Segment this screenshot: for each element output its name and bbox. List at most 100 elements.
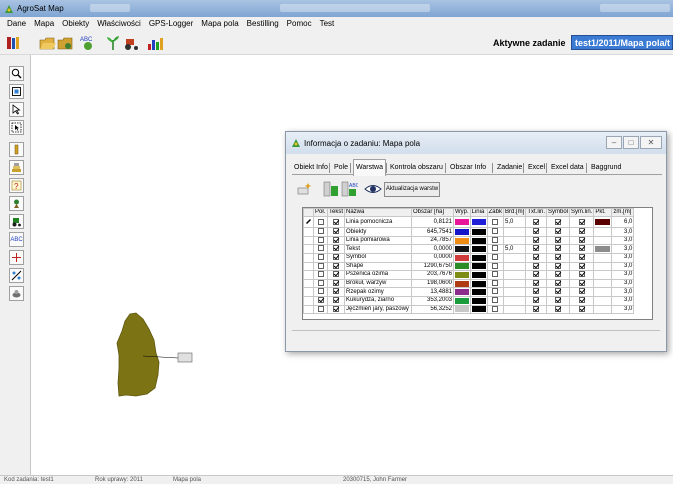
pkt-swatch[interactable] <box>595 219 611 226</box>
cell-brd[interactable] <box>502 295 527 306</box>
cell-sym-lin[interactable] <box>569 295 595 306</box>
cell-symbol[interactable] <box>545 244 571 255</box>
cell-symbol-checkbox[interactable] <box>555 228 561 235</box>
cell-zabk-checkbox[interactable] <box>492 218 499 225</box>
cell-line-color[interactable] <box>469 278 488 289</box>
menu-mapa-pola[interactable]: Mapa pola <box>197 17 242 31</box>
cell-sym-lin[interactable] <box>569 278 595 289</box>
line-swatch[interactable] <box>471 263 486 270</box>
cell-zabk-checkbox[interactable] <box>492 288 499 295</box>
cell-zabk[interactable] <box>486 287 504 297</box>
cell-sym-lin[interactable] <box>569 227 595 237</box>
cell-zabk[interactable] <box>486 227 504 237</box>
cell-symbol-checkbox[interactable] <box>555 263 561 269</box>
cell-pol[interactable] <box>313 253 328 263</box>
cell-symbol[interactable] <box>545 304 571 315</box>
cell-zabk-checkbox[interactable] <box>492 263 499 269</box>
cell-txt-lin-checkbox[interactable] <box>533 263 540 269</box>
cell-txt-lin[interactable] <box>525 261 547 272</box>
fill-swatch[interactable] <box>455 289 469 296</box>
grid-header-brd[interactable]: Brd.[m] <box>502 208 527 218</box>
cell-brd[interactable] <box>502 304 527 315</box>
fill-swatch[interactable] <box>455 280 469 287</box>
cell-brd[interactable] <box>502 278 527 289</box>
cell-line-color[interactable] <box>469 295 488 306</box>
line-swatch[interactable] <box>471 297 486 304</box>
line-swatch[interactable] <box>471 229 486 236</box>
cell-txt-lin[interactable] <box>525 227 547 237</box>
cell-tekst-checkbox[interactable] <box>333 305 339 312</box>
cell-symbol-checkbox[interactable] <box>555 218 561 225</box>
cell-pol-checkbox[interactable] <box>317 280 324 286</box>
tab-pole[interactable]: Pole <box>332 161 350 175</box>
zoom-icon[interactable] <box>9 66 24 81</box>
cell-brd[interactable] <box>502 287 527 297</box>
menu-obiekty[interactable]: Obiekty <box>58 17 93 31</box>
cell-line-color[interactable] <box>469 227 488 237</box>
grid-header-symbol[interactable]: Symbol <box>545 208 571 218</box>
cell-tekst[interactable] <box>326 270 346 280</box>
tab-obiekt-info[interactable]: Obiekt Info <box>292 161 330 175</box>
tab-warstwa[interactable]: Warstwa <box>353 159 386 176</box>
table-row[interactable]: Linia pomocnicza 0,8121 5,0 6,0 <box>303 216 635 229</box>
table-row[interactable]: Symbol 0,0000 3,0 <box>303 253 635 263</box>
cell-tekst-checkbox[interactable] <box>333 228 339 235</box>
cell-tekst[interactable] <box>326 287 346 297</box>
cell-txt-lin-checkbox[interactable] <box>533 297 540 303</box>
cell-pol-checkbox[interactable] <box>317 254 324 261</box>
cell-tekst-checkbox[interactable] <box>333 280 339 286</box>
cell-pkt[interactable] <box>593 304 613 315</box>
cell-txt-lin[interactable] <box>525 304 547 315</box>
table-row[interactable]: Linia pomiarowa 24,7857 3,0 <box>303 235 635 246</box>
line-swatch[interactable] <box>471 306 486 313</box>
split-icon[interactable] <box>9 268 24 283</box>
cell-pol[interactable] <box>313 304 328 315</box>
table-row[interactable]: Brokuł, warzyw 198,0600 3,0 <box>303 278 635 289</box>
gps-icon[interactable] <box>9 196 24 211</box>
cell-sym-lin[interactable] <box>569 287 595 297</box>
minimize-button[interactable]: – <box>606 136 622 149</box>
cell-pkt[interactable] <box>593 244 613 255</box>
cell-pkt[interactable] <box>593 253 613 263</box>
cell-txt-lin-checkbox[interactable] <box>533 245 540 252</box>
cell-zabk[interactable] <box>486 295 504 306</box>
cell-txt-lin-checkbox[interactable] <box>533 271 540 278</box>
cell-zm[interactable]: 3,0 <box>611 253 635 263</box>
menu-pomoc[interactable]: Pomoc <box>283 17 316 31</box>
cell-sym-lin-checkbox[interactable] <box>578 218 585 225</box>
cell-sym-lin-checkbox[interactable] <box>578 297 585 303</box>
grid-header-txt-lin[interactable]: Txt.lin. <box>525 208 547 218</box>
cell-line-color[interactable] <box>469 253 488 263</box>
cell-zm[interactable]: 3,0 <box>611 295 635 306</box>
line-swatch[interactable] <box>471 254 486 261</box>
cell-pol[interactable] <box>313 295 328 306</box>
cell-symbol[interactable] <box>545 270 571 280</box>
cell-sym-lin[interactable] <box>569 216 595 229</box>
cell-txt-lin[interactable] <box>525 270 547 280</box>
cell-line-color[interactable] <box>469 287 488 297</box>
cell-pol-checkbox[interactable] <box>317 263 324 269</box>
cell-pol[interactable] <box>313 235 328 246</box>
add-layer-icon[interactable] <box>296 180 314 198</box>
cell-fill-color[interactable] <box>453 227 471 237</box>
cell-line-color[interactable] <box>469 261 488 272</box>
tab-excel[interactable]: Excel <box>526 161 547 175</box>
cell-fill-color[interactable] <box>453 287 471 297</box>
cell-zabk[interactable] <box>486 270 504 280</box>
cell-tekst-checkbox[interactable] <box>333 218 339 225</box>
cell-tekst[interactable] <box>326 278 346 289</box>
cell-pol-checkbox[interactable] <box>317 237 324 243</box>
cell-sym-lin-checkbox[interactable] <box>578 237 585 243</box>
text-label-icon[interactable]: ABC <box>9 232 24 247</box>
cell-symbol[interactable] <box>545 287 571 297</box>
cell-sym-lin-checkbox[interactable] <box>578 263 585 269</box>
select-arrow-icon[interactable] <box>9 102 24 117</box>
cell-pkt[interactable] <box>593 278 613 289</box>
menu-mapa[interactable]: Mapa <box>30 17 58 31</box>
cell-zabk-checkbox[interactable] <box>492 254 499 261</box>
cell-line-color[interactable] <box>469 304 488 315</box>
cell-sym-lin[interactable] <box>569 244 595 255</box>
cell-symbol-checkbox[interactable] <box>555 245 561 252</box>
cell-tekst-checkbox[interactable] <box>333 254 339 261</box>
cell-fill-color[interactable] <box>453 216 471 229</box>
